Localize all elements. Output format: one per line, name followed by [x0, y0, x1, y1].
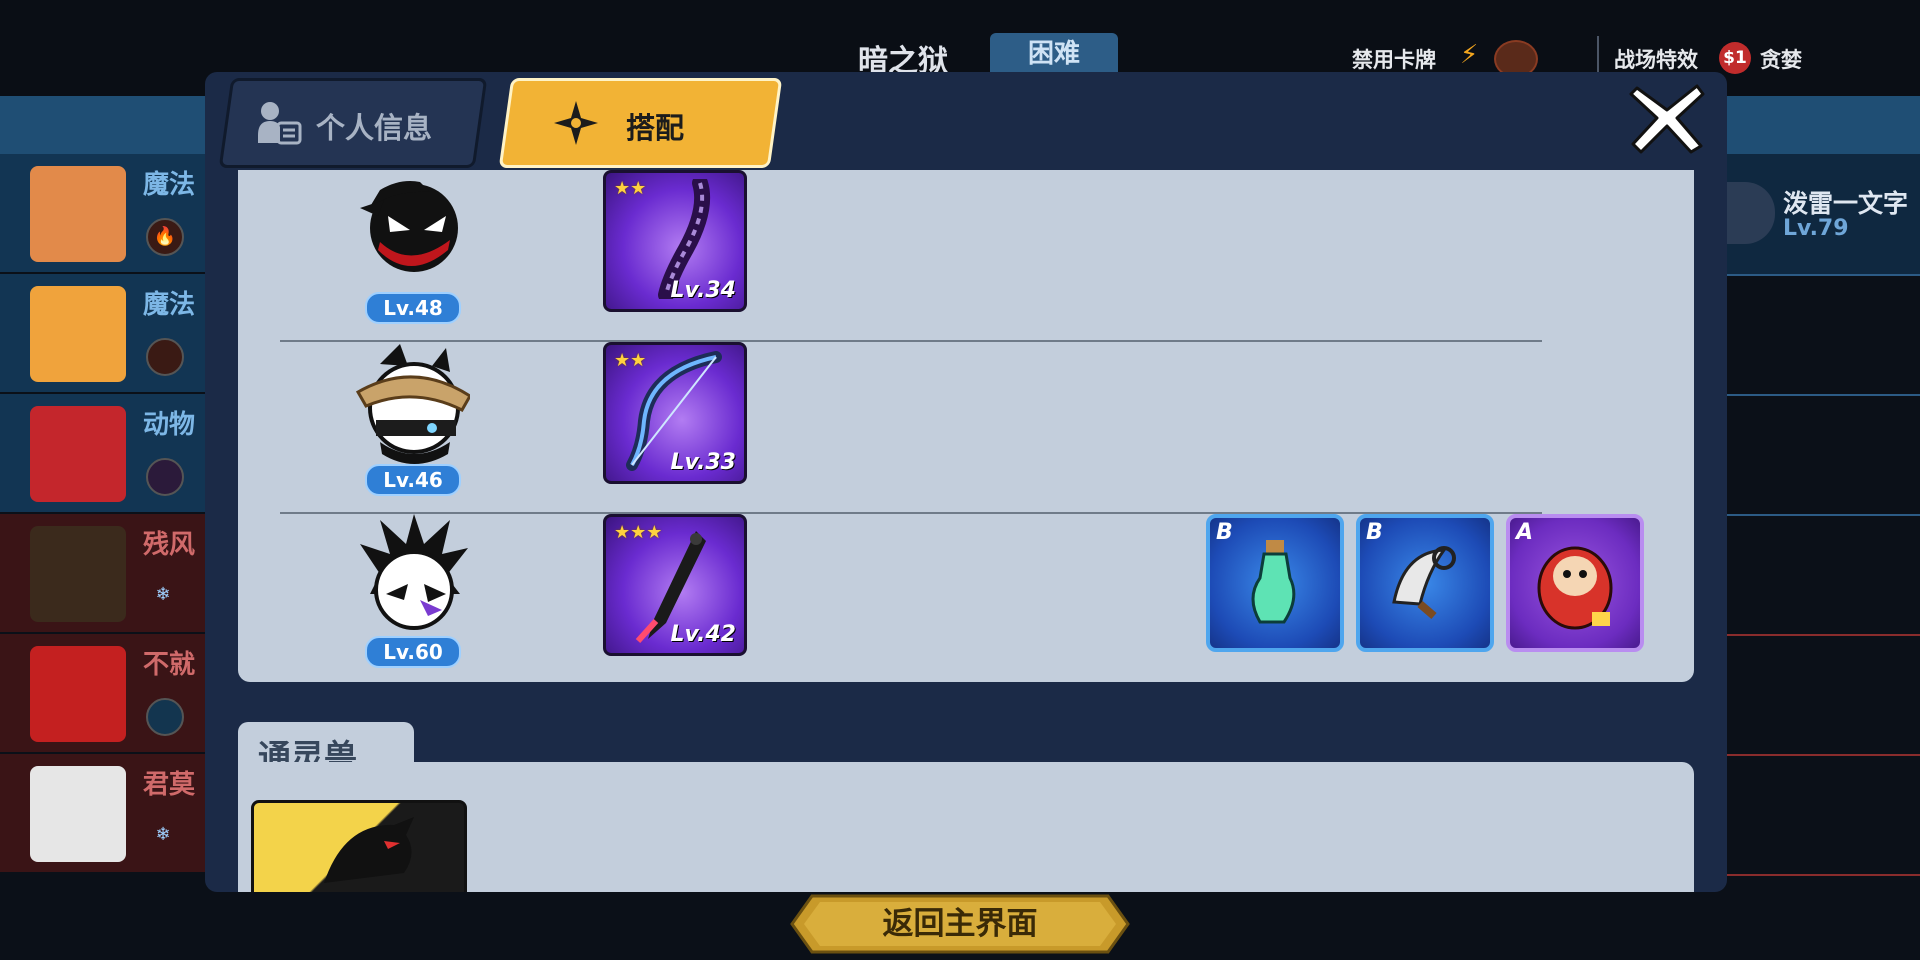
- avatar: [30, 766, 126, 862]
- character-level-badge: Lv.48: [365, 292, 461, 324]
- list-item-label: 魔法: [143, 290, 196, 320]
- potion-icon: [1251, 540, 1296, 624]
- list-item-label: 君莫: [143, 770, 196, 800]
- loadout-row: Lv.48 ★★ Lv.34: [238, 170, 1694, 342]
- back-to-main-label: 返回主界面: [882, 906, 1038, 942]
- tab-profile-label: 个人信息: [316, 111, 433, 145]
- list-item[interactable]: 动物: [0, 394, 210, 512]
- back-to-main-button[interactable]: 返回主界面: [790, 894, 1130, 954]
- divider: [1597, 36, 1599, 76]
- lightning-icon: ⚡: [1460, 40, 1479, 70]
- weapon-level: Lv.42: [670, 622, 736, 647]
- loadout-row: Lv.60 ★★★ Lv.42 B B A: [238, 514, 1694, 682]
- fire-icon: 🔥: [146, 218, 184, 256]
- character-portrait[interactable]: [350, 514, 470, 644]
- item-card[interactable]: B: [1206, 514, 1344, 652]
- character-name: 泼雷一文字: [1783, 189, 1909, 218]
- list-item[interactable]: [1725, 756, 1920, 876]
- character-level-badge: Lv.46: [365, 464, 461, 496]
- avatar: [30, 286, 126, 382]
- kunai-icon: [1392, 546, 1456, 620]
- avatar: [30, 526, 126, 622]
- loadout-row: Lv.46 ★★ Lv.33: [238, 342, 1694, 514]
- item-card[interactable]: A: [1506, 514, 1644, 652]
- skill-icon: [146, 338, 184, 376]
- skill-icon: [146, 458, 184, 496]
- player-info-dialog: 个人信息 搭配 Lv.48 ★★ Lv.34 Lv.46 ★★ Lv.33 Lv…: [205, 72, 1727, 892]
- banned-cards-label: 禁用卡牌: [1352, 48, 1436, 72]
- snowflake-icon: ❄: [155, 824, 171, 845]
- loadout-panel: Lv.48 ★★ Lv.34 Lv.46 ★★ Lv.33 Lv.60 ★★★ …: [238, 170, 1694, 682]
- daruma-icon: [1537, 546, 1613, 630]
- difficulty-badge: 困难: [990, 33, 1118, 73]
- spirit-beast-panel: [238, 762, 1694, 892]
- weapon-stars: ★★★: [614, 522, 663, 543]
- weapon-level: Lv.33: [670, 450, 736, 475]
- avatar: [30, 646, 126, 742]
- character-level: Lv.79: [1783, 216, 1849, 241]
- avatar: [1725, 182, 1775, 244]
- avatar: [30, 406, 126, 502]
- dragon-icon: [324, 817, 414, 883]
- tab-loadout[interactable]: 搭配: [498, 78, 783, 168]
- list-item[interactable]: 君莫 ❄: [0, 754, 210, 872]
- weapon-card[interactable]: ★★★ Lv.42: [603, 514, 747, 656]
- tab-profile[interactable]: 个人信息: [218, 78, 488, 168]
- snowflake-icon: ❄: [155, 584, 171, 605]
- skill-icon: [146, 698, 184, 736]
- weapon-stars: ★★: [614, 178, 647, 199]
- profile-card-icon: [258, 102, 302, 145]
- list-item[interactable]: 魔法 🔥: [0, 154, 210, 272]
- character-portrait[interactable]: [350, 170, 470, 300]
- character-level-badge: Lv.60: [365, 636, 461, 668]
- battle-effect-label: 战场特效: [1614, 48, 1698, 72]
- tab-loadout-label: 搭配: [626, 111, 685, 145]
- character-portrait[interactable]: [350, 342, 470, 472]
- item-card[interactable]: B: [1356, 514, 1494, 652]
- list-item[interactable]: 泼雷一文字 Lv.79: [1725, 154, 1920, 276]
- list-item[interactable]: [1725, 636, 1920, 756]
- weapon-level: Lv.34: [670, 278, 736, 303]
- battle-effect-name: 贪婪: [1760, 48, 1802, 72]
- list-item[interactable]: [1725, 276, 1920, 396]
- list-item[interactable]: [1725, 396, 1920, 516]
- list-item-label: 动物: [143, 410, 196, 440]
- list-item[interactable]: 不就: [0, 634, 210, 752]
- close-button[interactable]: [1627, 80, 1707, 156]
- avatar: [30, 166, 126, 262]
- list-item[interactable]: [1725, 516, 1920, 636]
- weapon-stars: ★★: [614, 350, 647, 371]
- spirit-beast-card[interactable]: [251, 800, 467, 892]
- weapon-card[interactable]: ★★ Lv.33: [603, 342, 747, 484]
- weapon-card[interactable]: ★★ Lv.34: [603, 170, 747, 312]
- list-item[interactable]: 魔法: [0, 274, 210, 392]
- shuriken-icon: [554, 101, 598, 145]
- list-item-label: 残风: [143, 530, 196, 560]
- list-item-label: 魔法: [143, 170, 196, 200]
- coin-icon[interactable]: $1: [1719, 42, 1751, 74]
- list-item-label: 不就: [143, 650, 196, 680]
- list-item[interactable]: 残风 ❄: [0, 514, 210, 632]
